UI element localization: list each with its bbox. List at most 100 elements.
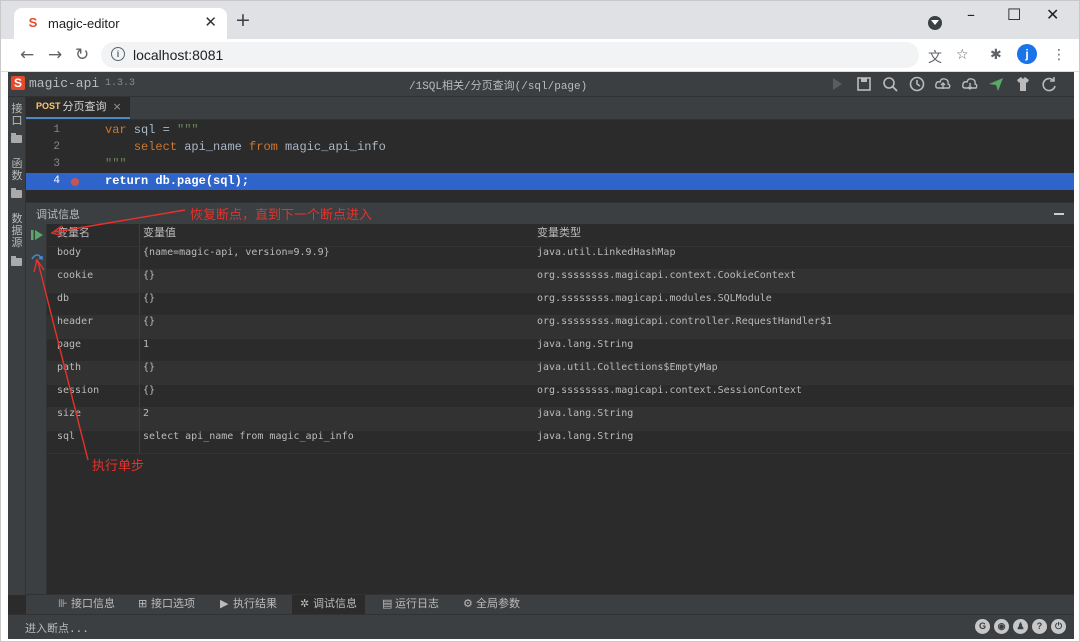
browser-window: S magic-editor ✕ + – ☐ ✕ ← → ↻ i localho… bbox=[0, 0, 1080, 642]
variable-name: size bbox=[57, 408, 82, 419]
log-icon: ▤ bbox=[382, 597, 393, 610]
code-line-highlighted[interactable]: 4 return db.page(sql); bbox=[26, 173, 1074, 190]
upload-icon[interactable] bbox=[934, 75, 952, 93]
debug-panel-header: 调试信息 bbox=[26, 203, 1074, 224]
browser-menu-icon[interactable]: ⋮ bbox=[1052, 47, 1066, 63]
variable-type: java.lang.String bbox=[537, 431, 634, 442]
step-over-icon[interactable] bbox=[31, 251, 43, 263]
line-number: 2 bbox=[53, 141, 60, 153]
magic-api-favicon-icon: S bbox=[28, 15, 38, 30]
tab-run-result[interactable]: ▶ 执行结果 bbox=[212, 595, 285, 615]
extensions-icon[interactable]: ✱ bbox=[990, 47, 1002, 63]
table-row[interactable]: session {} org.ssssssss.magicapi.context… bbox=[47, 385, 1074, 408]
github-icon[interactable]: ◉ bbox=[994, 619, 1009, 634]
reload-icon[interactable]: ↻ bbox=[75, 45, 89, 65]
tab-debug-info[interactable]: ✲ 调试信息 bbox=[292, 595, 365, 615]
table-row[interactable]: body {name=magic-api, version=9.9.9} jav… bbox=[47, 247, 1074, 270]
site-info-icon[interactable]: i bbox=[111, 47, 125, 61]
variable-type: java.lang.String bbox=[537, 408, 634, 419]
variable-type: java.util.Collections$EmptyMap bbox=[537, 362, 718, 373]
table-row[interactable]: path {} java.util.Collections$EmptyMap bbox=[47, 362, 1074, 385]
column-header-name: 变量名 bbox=[57, 226, 90, 239]
variables-table: 变量名 变量值 变量类型 body {name=magic-api, versi… bbox=[47, 224, 1074, 454]
forward-arrow-icon[interactable]: → bbox=[48, 45, 62, 65]
editor-tab[interactable]: POST 分页查询 × bbox=[26, 97, 130, 119]
bug-icon: ✲ bbox=[300, 597, 310, 610]
code-line[interactable]: 2 select api_name from magic_api_info bbox=[26, 139, 1074, 156]
variable-name: body bbox=[57, 247, 82, 258]
profile-avatar[interactable]: j bbox=[1017, 44, 1037, 64]
help-icon[interactable]: ? bbox=[1032, 619, 1047, 634]
variable-value: {} bbox=[143, 316, 156, 327]
back-arrow-icon[interactable]: ← bbox=[20, 45, 34, 65]
status-icons: G ◉ ♟? ⏻ bbox=[971, 619, 1066, 637]
tab-run-log[interactable]: ▤ 运行日志 bbox=[374, 595, 447, 615]
tab-label: 运行日志 bbox=[395, 597, 439, 610]
gitee-icon[interactable]: G bbox=[975, 619, 990, 634]
editor-tab-label: 分页查询 bbox=[62, 100, 107, 113]
column-header-type: 变量类型 bbox=[537, 226, 581, 239]
table-row[interactable]: page 1 java.lang.String bbox=[47, 339, 1074, 362]
browser-tab-title: magic-editor bbox=[48, 16, 120, 31]
sidebar-item-functions[interactable]: 函数 bbox=[10, 158, 24, 182]
close-window-button[interactable]: ✕ bbox=[1046, 5, 1059, 24]
run-icon[interactable] bbox=[828, 75, 846, 93]
status-bar: 进入断点... G ◉ ♟? ⏻ bbox=[8, 614, 1074, 639]
code-editor[interactable]: 1 var sql = """ 2 select api_name from m… bbox=[26, 120, 1074, 202]
variable-type: java.lang.String bbox=[537, 339, 634, 350]
table-row[interactable]: db {} org.ssssssss.magicapi.modules.SQLM… bbox=[47, 293, 1074, 316]
refresh-icon[interactable] bbox=[1040, 75, 1058, 93]
variable-type: java.util.LinkedHashMap bbox=[537, 247, 676, 258]
options-icon: ⊞ bbox=[138, 597, 148, 610]
debug-panel-title: 调试信息 bbox=[36, 208, 80, 221]
variable-value: {} bbox=[143, 385, 156, 396]
left-sidebar: 接口 函数 数据源 bbox=[8, 97, 26, 595]
variable-name: sql bbox=[57, 431, 76, 442]
minimize-button[interactable]: – bbox=[967, 5, 975, 24]
app-name: magic-api bbox=[29, 76, 100, 91]
folder-icon bbox=[11, 188, 22, 198]
app-header: S magic-api 1.3.3 /1SQL相关/分页查询(/sql/page… bbox=[8, 72, 1074, 97]
code-line[interactable]: 1 var sql = """ bbox=[26, 122, 1074, 139]
bookmark-star-icon[interactable]: ☆ bbox=[956, 47, 969, 63]
tab-global-params[interactable]: ⚙ 全局参数 bbox=[455, 595, 528, 615]
search-icon[interactable] bbox=[881, 75, 899, 93]
table-row[interactable]: header {} org.ssssssss.magicapi.controll… bbox=[47, 316, 1074, 339]
power-icon[interactable]: ⏻ bbox=[1051, 619, 1066, 634]
magic-api-logo: S bbox=[11, 76, 25, 90]
table-row[interactable]: cookie {} org.ssssssss.magicapi.context.… bbox=[47, 270, 1074, 293]
push-icon[interactable] bbox=[987, 75, 1005, 93]
profile-menu-icon[interactable] bbox=[928, 16, 942, 30]
browser-tab-bar: S magic-editor ✕ + – ☐ ✕ bbox=[1, 1, 1079, 39]
new-tab-button[interactable]: + bbox=[235, 11, 251, 30]
minimize-panel-icon[interactable] bbox=[1054, 213, 1064, 215]
tab-api-options[interactable]: ⊞ 接口选项 bbox=[130, 595, 203, 615]
tab-api-info[interactable]: ⊪ 接口信息 bbox=[50, 595, 123, 615]
history-icon[interactable] bbox=[908, 75, 926, 93]
url-field[interactable]: i localhost:8081 bbox=[101, 42, 919, 68]
maximize-button[interactable]: ☐ bbox=[1007, 5, 1021, 24]
sidebar-item-api[interactable]: 接口 bbox=[10, 103, 24, 127]
tab-label: 执行结果 bbox=[233, 597, 277, 610]
close-icon[interactable]: × bbox=[113, 100, 122, 113]
translate-icon[interactable]: 文 bbox=[928, 47, 942, 67]
sidebar-item-datasource[interactable]: 数据源 bbox=[10, 213, 24, 249]
breakpoint-icon[interactable] bbox=[71, 178, 79, 186]
code-line[interactable]: 3 """ bbox=[26, 156, 1074, 173]
skin-icon[interactable] bbox=[1014, 75, 1032, 93]
variable-value: {name=magic-api, version=9.9.9} bbox=[143, 247, 330, 258]
status-text: 进入断点... bbox=[25, 622, 89, 635]
save-icon[interactable] bbox=[855, 75, 873, 93]
qq-icon[interactable]: ♟ bbox=[1013, 619, 1028, 634]
tab-label: 全局参数 bbox=[476, 597, 520, 610]
table-row[interactable]: size 2 java.lang.String bbox=[47, 408, 1074, 431]
close-tab-icon[interactable]: ✕ bbox=[204, 13, 217, 31]
resume-icon[interactable] bbox=[31, 229, 43, 241]
browser-tab[interactable]: S magic-editor ✕ bbox=[14, 8, 227, 39]
code-text: """ bbox=[105, 157, 127, 171]
column-header-value: 变量值 bbox=[143, 226, 176, 239]
variable-value: 2 bbox=[143, 408, 150, 419]
bottom-tab-bar: ⊪ 接口信息 ⊞ 接口选项 ▶ 执行结果 ✲ 调试信息 ▤ 运行日志 ⚙ 全局参数 bbox=[26, 594, 1074, 615]
download-icon[interactable] bbox=[961, 75, 979, 93]
table-row[interactable]: sql select api_name from magic_api_info … bbox=[47, 431, 1074, 454]
